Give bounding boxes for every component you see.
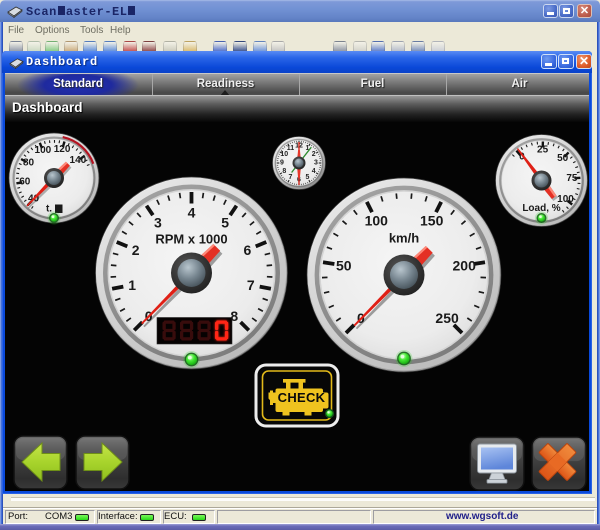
svg-text:25: 25 bbox=[537, 145, 549, 156]
svg-text:km/h: km/h bbox=[389, 231, 419, 246]
svg-text:5: 5 bbox=[221, 215, 229, 231]
svg-text:75: 75 bbox=[566, 173, 578, 184]
svg-text:11: 11 bbox=[287, 145, 295, 152]
svg-text:6: 6 bbox=[244, 242, 252, 258]
svg-text:9: 9 bbox=[280, 160, 284, 167]
svg-text:1: 1 bbox=[128, 277, 136, 293]
svg-text:2: 2 bbox=[312, 151, 316, 158]
svg-text:5: 5 bbox=[306, 174, 310, 181]
svg-text:2: 2 bbox=[132, 242, 140, 258]
svg-text:150: 150 bbox=[420, 213, 444, 229]
svg-text:7: 7 bbox=[289, 174, 293, 181]
svg-text:50: 50 bbox=[336, 258, 352, 274]
svg-text:100: 100 bbox=[35, 145, 52, 156]
svg-text:80: 80 bbox=[23, 158, 35, 169]
svg-text:7: 7 bbox=[247, 277, 255, 293]
svg-text:3: 3 bbox=[314, 160, 318, 167]
svg-text:60: 60 bbox=[19, 177, 31, 188]
svg-text:RPM x 1000: RPM x 1000 bbox=[155, 232, 227, 247]
svg-text:120: 120 bbox=[54, 144, 71, 155]
svg-text:10: 10 bbox=[280, 151, 288, 158]
svg-text:200: 200 bbox=[453, 258, 477, 274]
svg-text:CHECK: CHECK bbox=[278, 390, 326, 405]
svg-text:4: 4 bbox=[188, 205, 196, 221]
svg-text:50: 50 bbox=[557, 153, 569, 164]
svg-text:140: 140 bbox=[70, 155, 87, 166]
svg-text:250: 250 bbox=[435, 310, 459, 326]
svg-text:3: 3 bbox=[154, 215, 162, 231]
svg-text:4: 4 bbox=[312, 168, 316, 175]
svg-text:8: 8 bbox=[282, 168, 286, 175]
svg-text:100: 100 bbox=[365, 213, 389, 229]
